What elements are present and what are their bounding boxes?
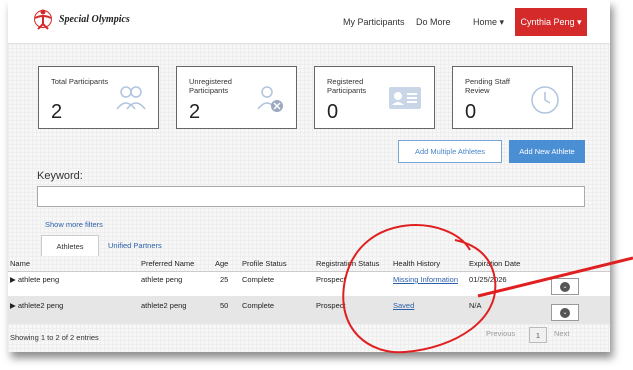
stat-value: 2 xyxy=(51,101,63,123)
keyword-label: Keyword: xyxy=(37,170,83,182)
previous-page-button[interactable]: Previous xyxy=(486,329,515,338)
column-header-age[interactable]: Age xyxy=(215,259,228,268)
stat-value: 0 xyxy=(327,101,339,123)
id-card-icon xyxy=(389,87,421,109)
page-number-button[interactable]: 1 xyxy=(529,327,547,343)
cell-expiration-date: 01/25/2026 xyxy=(469,275,507,284)
add-multiple-athletes-button[interactable]: Add Multiple Athletes xyxy=(398,140,502,163)
clock-icon xyxy=(531,86,559,114)
row-expand-button[interactable]: ⌄ xyxy=(551,304,579,321)
column-header-name[interactable]: Name xyxy=(10,259,30,268)
add-new-athlete-button[interactable]: Add New Athlete xyxy=(509,140,585,163)
cell-registration-status: Prospect xyxy=(316,275,346,284)
cell-expiration-date: N/A xyxy=(469,301,482,310)
user-name: Cynthia Peng xyxy=(520,17,575,27)
stat-value: 2 xyxy=(189,101,201,123)
cell-registration-status: Prospect xyxy=(316,301,346,310)
show-more-filters-link[interactable]: Show more filters xyxy=(45,220,103,229)
cell-name[interactable]: ▶ athlete peng xyxy=(10,275,59,284)
user-menu-button[interactable]: Cynthia Peng ▾ xyxy=(515,8,587,36)
logo[interactable]: Special Olympics xyxy=(33,8,130,30)
special-olympics-logo-icon xyxy=(34,9,52,30)
column-header-expiration-date[interactable]: Expiration Date xyxy=(469,259,520,268)
user-remove-icon xyxy=(257,86,283,112)
stat-label: Pending Staff Review xyxy=(465,77,510,95)
nav-home-label: Home xyxy=(473,17,498,27)
logo-text: Special Olympics xyxy=(59,13,130,25)
column-header-profile-status[interactable]: Profile Status xyxy=(242,259,287,268)
cell-profile-status: Complete xyxy=(242,301,275,310)
chevron-down-icon: ⌄ xyxy=(560,307,570,318)
app-window: Special Olympics My Participants Do More… xyxy=(8,0,610,352)
chevron-down-icon: ⌄ xyxy=(560,281,570,292)
nav-home[interactable]: Home ▾ xyxy=(473,17,504,28)
keyword-input[interactable] xyxy=(37,186,585,207)
stat-card-pending: Pending Staff Review 0 xyxy=(452,66,573,129)
tab-athletes[interactable]: Athletes xyxy=(41,235,99,256)
nav-my-participants[interactable]: My Participants xyxy=(343,17,405,27)
cell-name[interactable]: ▶ athlete2 peng xyxy=(10,301,63,310)
column-header-preferred-name[interactable]: Preferred Name xyxy=(141,259,194,268)
stat-card-total: Total Participants 2 xyxy=(38,66,159,129)
stat-label: Total Participants xyxy=(51,77,109,86)
column-header-health-history[interactable]: Health History xyxy=(393,259,440,268)
column-header-registration-status[interactable]: Registration Status xyxy=(316,259,379,268)
cell-age: 50 xyxy=(220,301,229,310)
entries-info: Showing 1 to 2 of 2 entries xyxy=(10,333,99,342)
table-row[interactable]: ▶ athlete2 peng athlete2 peng 50 Complet… xyxy=(8,296,610,324)
cell-profile-status: Complete xyxy=(242,275,275,284)
cell-preferred-name: athlete peng xyxy=(141,275,183,284)
tab-unified-partners[interactable]: Unified Partners xyxy=(108,235,162,256)
cell-age: 25 xyxy=(220,275,229,284)
chevron-down-icon: ▾ xyxy=(499,17,505,27)
stat-label: Unregistered Participants xyxy=(189,77,232,95)
nav-do-more[interactable]: Do More xyxy=(416,17,451,27)
row-expand-button[interactable]: ⌄ xyxy=(551,278,579,295)
health-history-link[interactable]: Missing Information xyxy=(393,275,458,284)
chevron-down-icon: ▾ xyxy=(577,16,582,27)
stat-card-unregistered: Unregistered Participants 2 xyxy=(176,66,297,129)
stat-value: 0 xyxy=(465,101,477,123)
top-navbar: Special Olympics My Participants Do More… xyxy=(8,0,610,44)
cell-preferred-name: athlete2 peng xyxy=(141,301,187,310)
stat-label: Registered Participants xyxy=(327,77,367,95)
stat-card-registered: Registered Participants 0 xyxy=(314,66,435,129)
users-icon xyxy=(116,86,146,110)
next-page-button[interactable]: Next xyxy=(554,329,569,338)
health-history-link[interactable]: Saved xyxy=(393,301,414,310)
